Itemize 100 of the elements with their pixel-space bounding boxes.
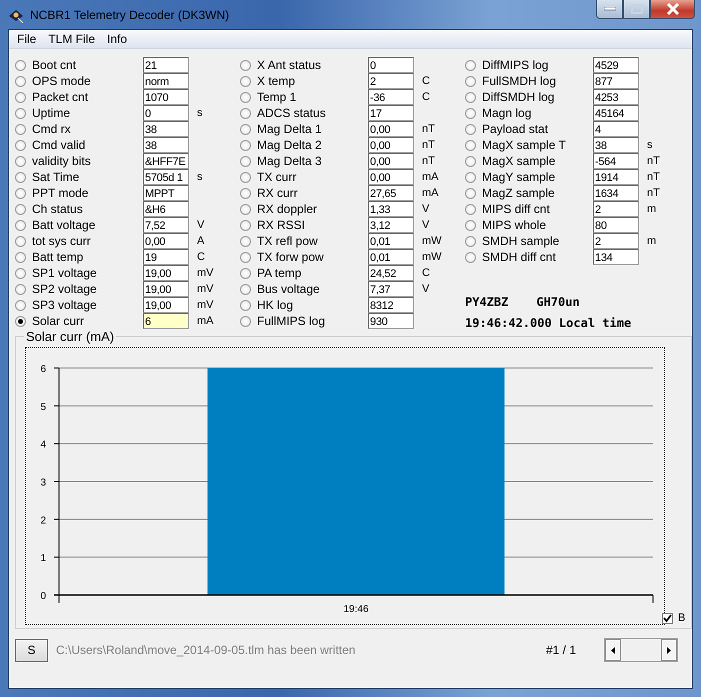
value-field[interactable]: 2: [593, 201, 639, 217]
menu-item[interactable]: TLM File: [42, 32, 102, 46]
value-field[interactable]: 19,00: [143, 297, 189, 313]
value-field[interactable]: 80: [593, 217, 639, 233]
value-field[interactable]: 38: [143, 137, 189, 153]
radio-button[interactable]: [240, 124, 251, 134]
radio-button[interactable]: [240, 60, 251, 70]
value-field[interactable]: 0,00: [368, 153, 414, 169]
value-field[interactable]: 5705d 1: [143, 169, 189, 185]
radio-button[interactable]: [465, 204, 476, 214]
radio-button[interactable]: [240, 300, 251, 310]
horizontal-scrollbar[interactable]: [604, 638, 678, 662]
value-field[interactable]: 19: [143, 249, 189, 265]
value-field[interactable]: 0,01: [368, 233, 414, 249]
value-field[interactable]: 930: [368, 313, 414, 329]
value-field[interactable]: 4253: [593, 89, 639, 105]
value-field[interactable]: 24,52: [368, 265, 414, 281]
radio-button[interactable]: [465, 188, 476, 198]
radio-button[interactable]: [240, 108, 251, 118]
value-field[interactable]: 27,65: [368, 185, 414, 201]
radio-button[interactable]: [15, 204, 26, 214]
scroll-left-button[interactable]: [605, 639, 621, 661]
radio-button[interactable]: [465, 108, 476, 118]
radio-button[interactable]: [15, 188, 26, 198]
minimize-button[interactable]: [596, 0, 623, 19]
radio-button[interactable]: [240, 236, 251, 246]
radio-button[interactable]: [15, 124, 26, 134]
menu-item[interactable]: Info: [101, 32, 134, 46]
value-field[interactable]: 7,52: [143, 217, 189, 233]
value-field[interactable]: 4: [593, 121, 639, 137]
value-field[interactable]: 38: [593, 137, 639, 153]
value-field[interactable]: 0: [368, 57, 414, 73]
radio-button[interactable]: [240, 76, 251, 86]
value-field[interactable]: 1634: [593, 185, 639, 201]
radio-button[interactable]: [15, 60, 26, 70]
value-field[interactable]: 1070: [143, 89, 189, 105]
radio-button[interactable]: [240, 284, 251, 294]
value-field[interactable]: 6: [143, 313, 189, 329]
value-field[interactable]: 19,00: [143, 281, 189, 297]
value-field[interactable]: 0,00: [143, 233, 189, 249]
value-field[interactable]: 45164: [593, 105, 639, 121]
radio-button[interactable]: [465, 60, 476, 70]
scroll-right-button[interactable]: [661, 639, 677, 661]
maximize-button[interactable]: [623, 0, 650, 19]
value-field[interactable]: 1,33: [368, 201, 414, 217]
checkbox[interactable]: [662, 612, 673, 624]
value-field[interactable]: 0,00: [368, 169, 414, 185]
value-field[interactable]: 21: [143, 57, 189, 73]
value-field[interactable]: 134: [593, 249, 639, 265]
radio-button[interactable]: [15, 92, 26, 102]
value-field[interactable]: 8312: [368, 297, 414, 313]
radio-button[interactable]: [240, 316, 251, 326]
radio-button[interactable]: [15, 140, 26, 150]
radio-button[interactable]: [15, 156, 26, 166]
radio-button[interactable]: [240, 140, 251, 150]
radio-button[interactable]: [465, 156, 476, 166]
radio-button[interactable]: [465, 252, 476, 262]
radio-button[interactable]: [465, 172, 476, 182]
radio-button[interactable]: [15, 316, 26, 326]
radio-button[interactable]: [15, 252, 26, 262]
radio-button[interactable]: [240, 172, 251, 182]
radio-button[interactable]: [15, 300, 26, 310]
value-field[interactable]: 0: [143, 105, 189, 121]
value-field[interactable]: 38: [143, 121, 189, 137]
value-field[interactable]: 3,12: [368, 217, 414, 233]
menu-item[interactable]: File: [11, 32, 42, 46]
value-field[interactable]: 0,00: [368, 121, 414, 137]
value-field[interactable]: &HFF7E: [143, 153, 189, 169]
radio-button[interactable]: [240, 220, 251, 230]
value-field[interactable]: 877: [593, 73, 639, 89]
value-field[interactable]: 17: [368, 105, 414, 121]
radio-button[interactable]: [15, 236, 26, 246]
value-field[interactable]: 2: [593, 233, 639, 249]
radio-button[interactable]: [15, 220, 26, 230]
radio-button[interactable]: [240, 188, 251, 198]
value-field[interactable]: -36: [368, 89, 414, 105]
radio-button[interactable]: [240, 156, 251, 166]
value-field[interactable]: &H6: [143, 201, 189, 217]
radio-button[interactable]: [465, 124, 476, 134]
radio-button[interactable]: [240, 92, 251, 102]
radio-button[interactable]: [465, 140, 476, 150]
value-field[interactable]: 7,37: [368, 281, 414, 297]
radio-button[interactable]: [240, 204, 251, 214]
radio-button[interactable]: [465, 236, 476, 246]
radio-button[interactable]: [465, 76, 476, 86]
radio-button[interactable]: [15, 268, 26, 278]
radio-button[interactable]: [15, 76, 26, 86]
radio-button[interactable]: [465, 220, 476, 230]
value-field[interactable]: 0,00: [368, 137, 414, 153]
value-field[interactable]: 4529: [593, 57, 639, 73]
value-field[interactable]: 0,01: [368, 249, 414, 265]
value-field[interactable]: norm: [143, 73, 189, 89]
radio-button[interactable]: [15, 172, 26, 182]
radio-button[interactable]: [15, 284, 26, 294]
value-field[interactable]: MPPT: [143, 185, 189, 201]
value-field[interactable]: 1914: [593, 169, 639, 185]
value-field[interactable]: 2: [368, 73, 414, 89]
radio-button[interactable]: [15, 108, 26, 118]
close-button[interactable]: [650, 0, 695, 19]
radio-button[interactable]: [240, 268, 251, 278]
